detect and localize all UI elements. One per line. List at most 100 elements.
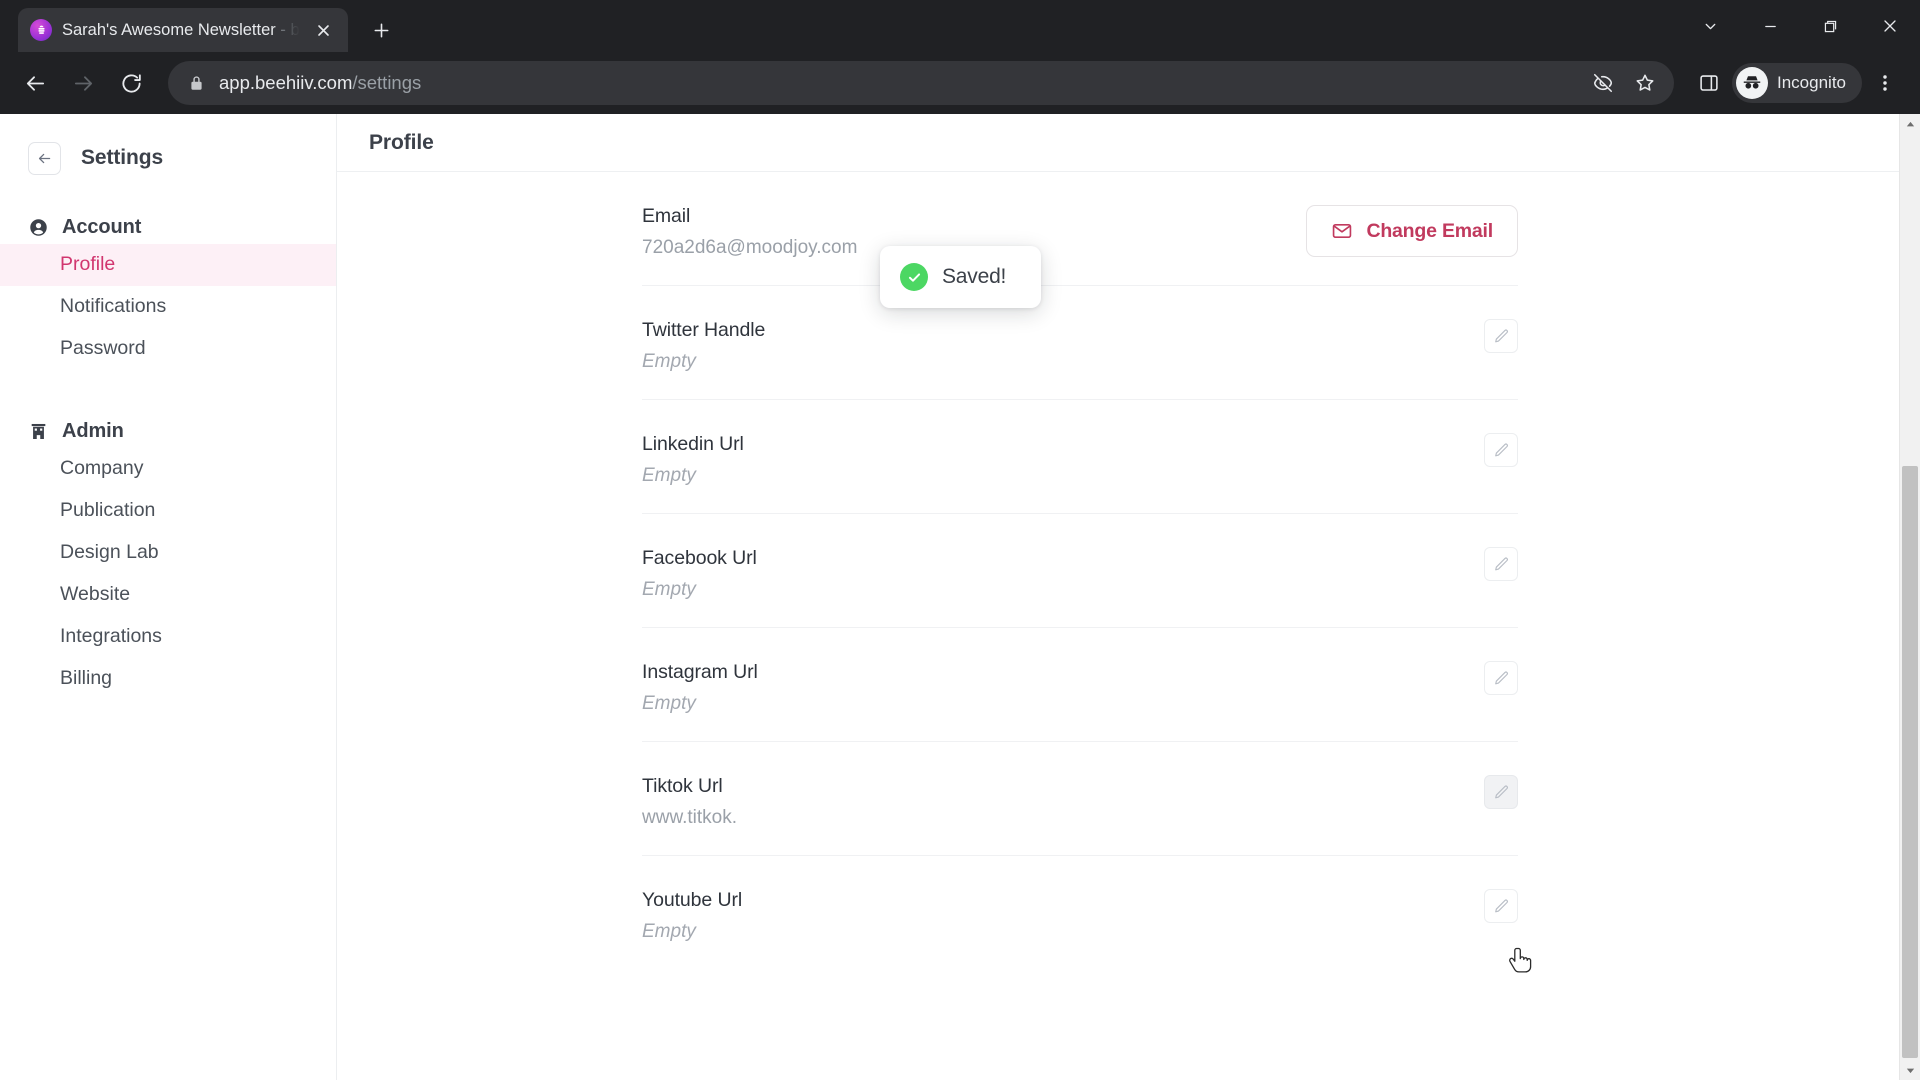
sidebar-title: Settings: [81, 146, 164, 169]
edit-tiktok-url-button[interactable]: [1484, 775, 1518, 809]
scroll-down-arrow[interactable]: [1900, 1060, 1920, 1080]
sidebar-item-design-lab[interactable]: Design Lab: [0, 532, 336, 574]
field-value: Empty: [642, 921, 696, 942]
field-label: Instagram Url: [642, 661, 758, 683]
sidebar-group-header-account: Account: [0, 210, 336, 244]
edit-linkedin-url-button[interactable]: [1484, 433, 1518, 467]
tab-title-main: Sarah's Awesome Newsletter: [62, 20, 276, 39]
eye-off-icon[interactable]: [1584, 64, 1622, 102]
edit-facebook-url-button[interactable]: [1484, 547, 1518, 581]
field-label: Facebook Url: [642, 547, 757, 569]
field-value: Empty: [642, 579, 696, 600]
sidebar-item-integrations[interactable]: Integrations: [0, 616, 336, 658]
field-value: Empty: [642, 465, 696, 486]
sidebar-item-label: Publication: [60, 499, 156, 522]
address-bar[interactable]: app.beehiiv.com/settings: [168, 61, 1674, 105]
page-title: Profile: [369, 130, 434, 154]
restore-button[interactable]: [1800, 0, 1860, 52]
sidebar-item-billing[interactable]: Billing: [0, 658, 336, 700]
profile-chip[interactable]: Incognito: [1732, 63, 1862, 103]
toast-message: Saved!: [942, 265, 1007, 288]
omnibox-actions: [1584, 64, 1664, 102]
field-value: Empty: [642, 351, 696, 372]
field-row-instagram-url: Instagram Url Empty: [642, 628, 1518, 742]
pencil-icon: [1494, 671, 1508, 684]
field-value: Empty: [642, 693, 696, 714]
change-email-button[interactable]: Change Email: [1306, 205, 1518, 257]
field-row-email: Email 720a2d6a@moodjoy.com Change Email: [642, 172, 1518, 286]
field-row-twitter-handle: Twitter Handle Empty: [642, 286, 1518, 400]
field-row-linkedin-url: Linkedin Url Empty: [642, 400, 1518, 514]
minimize-button[interactable]: [1740, 0, 1800, 52]
sidebar-item-notifications[interactable]: Notifications: [0, 286, 336, 328]
sidebar-group-header-admin: Admin: [0, 414, 336, 448]
browser-toolbar: app.beehiiv.com/settings Incognito: [0, 52, 1920, 114]
new-tab-button[interactable]: [362, 11, 400, 49]
sidebar-item-label: Notifications: [60, 295, 167, 318]
field-action: [1484, 319, 1518, 353]
beehiiv-favicon: [30, 19, 52, 41]
sidebar-item-label: Design Lab: [60, 541, 159, 564]
edit-instagram-url-button[interactable]: [1484, 661, 1518, 695]
scrollbar-thumb[interactable]: [1902, 466, 1918, 1058]
pencil-icon: [1494, 329, 1508, 342]
incognito-avatar-icon: [1736, 67, 1768, 99]
saved-toast: Saved!: [880, 246, 1041, 308]
sidebar-item-label: Website: [60, 583, 131, 606]
profile-fields-list: Email 720a2d6a@moodjoy.com Change Email …: [337, 172, 1920, 969]
field-action: [1484, 661, 1518, 695]
field-action: [1484, 433, 1518, 467]
pencil-icon: [1494, 899, 1508, 912]
edit-youtube-url-button[interactable]: [1484, 889, 1518, 923]
back-button[interactable]: [14, 62, 56, 104]
sidebar-item-label: Password: [60, 337, 146, 360]
tab-search-chevron-icon[interactable]: [1680, 0, 1740, 52]
pencil-icon: [1494, 443, 1508, 456]
reload-button[interactable]: [110, 62, 152, 104]
content-header: Profile: [337, 114, 1920, 172]
change-email-label: Change Email: [1366, 219, 1493, 242]
sidebar-item-label: Billing: [60, 667, 113, 690]
pencil-icon: [1494, 557, 1508, 570]
sidebar-item-website[interactable]: Website: [0, 574, 336, 616]
field-meta: Youtube Url Empty: [642, 889, 1484, 943]
browser-tab[interactable]: Sarah's Awesome Newsletter - b: [18, 8, 348, 52]
three-dot-menu-icon[interactable]: [1864, 62, 1906, 104]
profile-label: Incognito: [1777, 73, 1846, 92]
page-scrollbar[interactable]: [1899, 114, 1920, 1080]
settings-content: Profile Email 720a2d6a@moodjoy.com Chang…: [337, 114, 1920, 1080]
sidebar-item-publication[interactable]: Publication: [0, 490, 336, 532]
page-viewport: Settings Account Profile Notifications P…: [0, 114, 1920, 1080]
close-window-button[interactable]: [1860, 0, 1920, 52]
field-meta: Instagram Url Empty: [642, 661, 1484, 715]
lock-icon: [188, 75, 205, 92]
field-action: [1484, 889, 1518, 923]
sidebar-item-company[interactable]: Company: [0, 448, 336, 490]
star-icon[interactable]: [1626, 64, 1664, 102]
sidebar-back-button[interactable]: [28, 141, 61, 175]
check-circle-icon: [900, 263, 928, 291]
user-circle-icon: [30, 218, 47, 236]
sidebar-item-profile[interactable]: Profile: [0, 244, 336, 286]
field-label: Tiktok Url: [642, 775, 723, 797]
toolbar-right: Incognito: [1688, 62, 1906, 104]
sidebar-item-password[interactable]: Password: [0, 328, 336, 370]
field-meta: Facebook Url Empty: [642, 547, 1484, 601]
side-panel-icon[interactable]: [1688, 62, 1730, 104]
url-text: app.beehiiv.com/settings: [219, 72, 1570, 94]
sidebar-item-label: Integrations: [60, 625, 162, 648]
field-row-youtube-url: Youtube Url Empty: [642, 856, 1518, 969]
url-domain: app.beehiiv.com: [219, 72, 353, 93]
edit-twitter-handle-button[interactable]: [1484, 319, 1518, 353]
field-row-tiktok-url: Tiktok Url www.titkok.: [642, 742, 1518, 856]
sidebar-group-label-account: Account: [62, 215, 142, 238]
scroll-up-arrow[interactable]: [1900, 114, 1920, 134]
field-label: Email: [642, 205, 691, 227]
field-label: Youtube Url: [642, 889, 743, 911]
tab-close-icon[interactable]: [310, 17, 336, 43]
field-meta: Tiktok Url www.titkok.: [642, 775, 1484, 829]
field-value: www.titkok.: [642, 807, 738, 828]
sidebar-group-admin: Admin Company Publication Design Lab Web…: [0, 414, 336, 700]
forward-button: [62, 62, 104, 104]
field-action: [1484, 775, 1518, 809]
